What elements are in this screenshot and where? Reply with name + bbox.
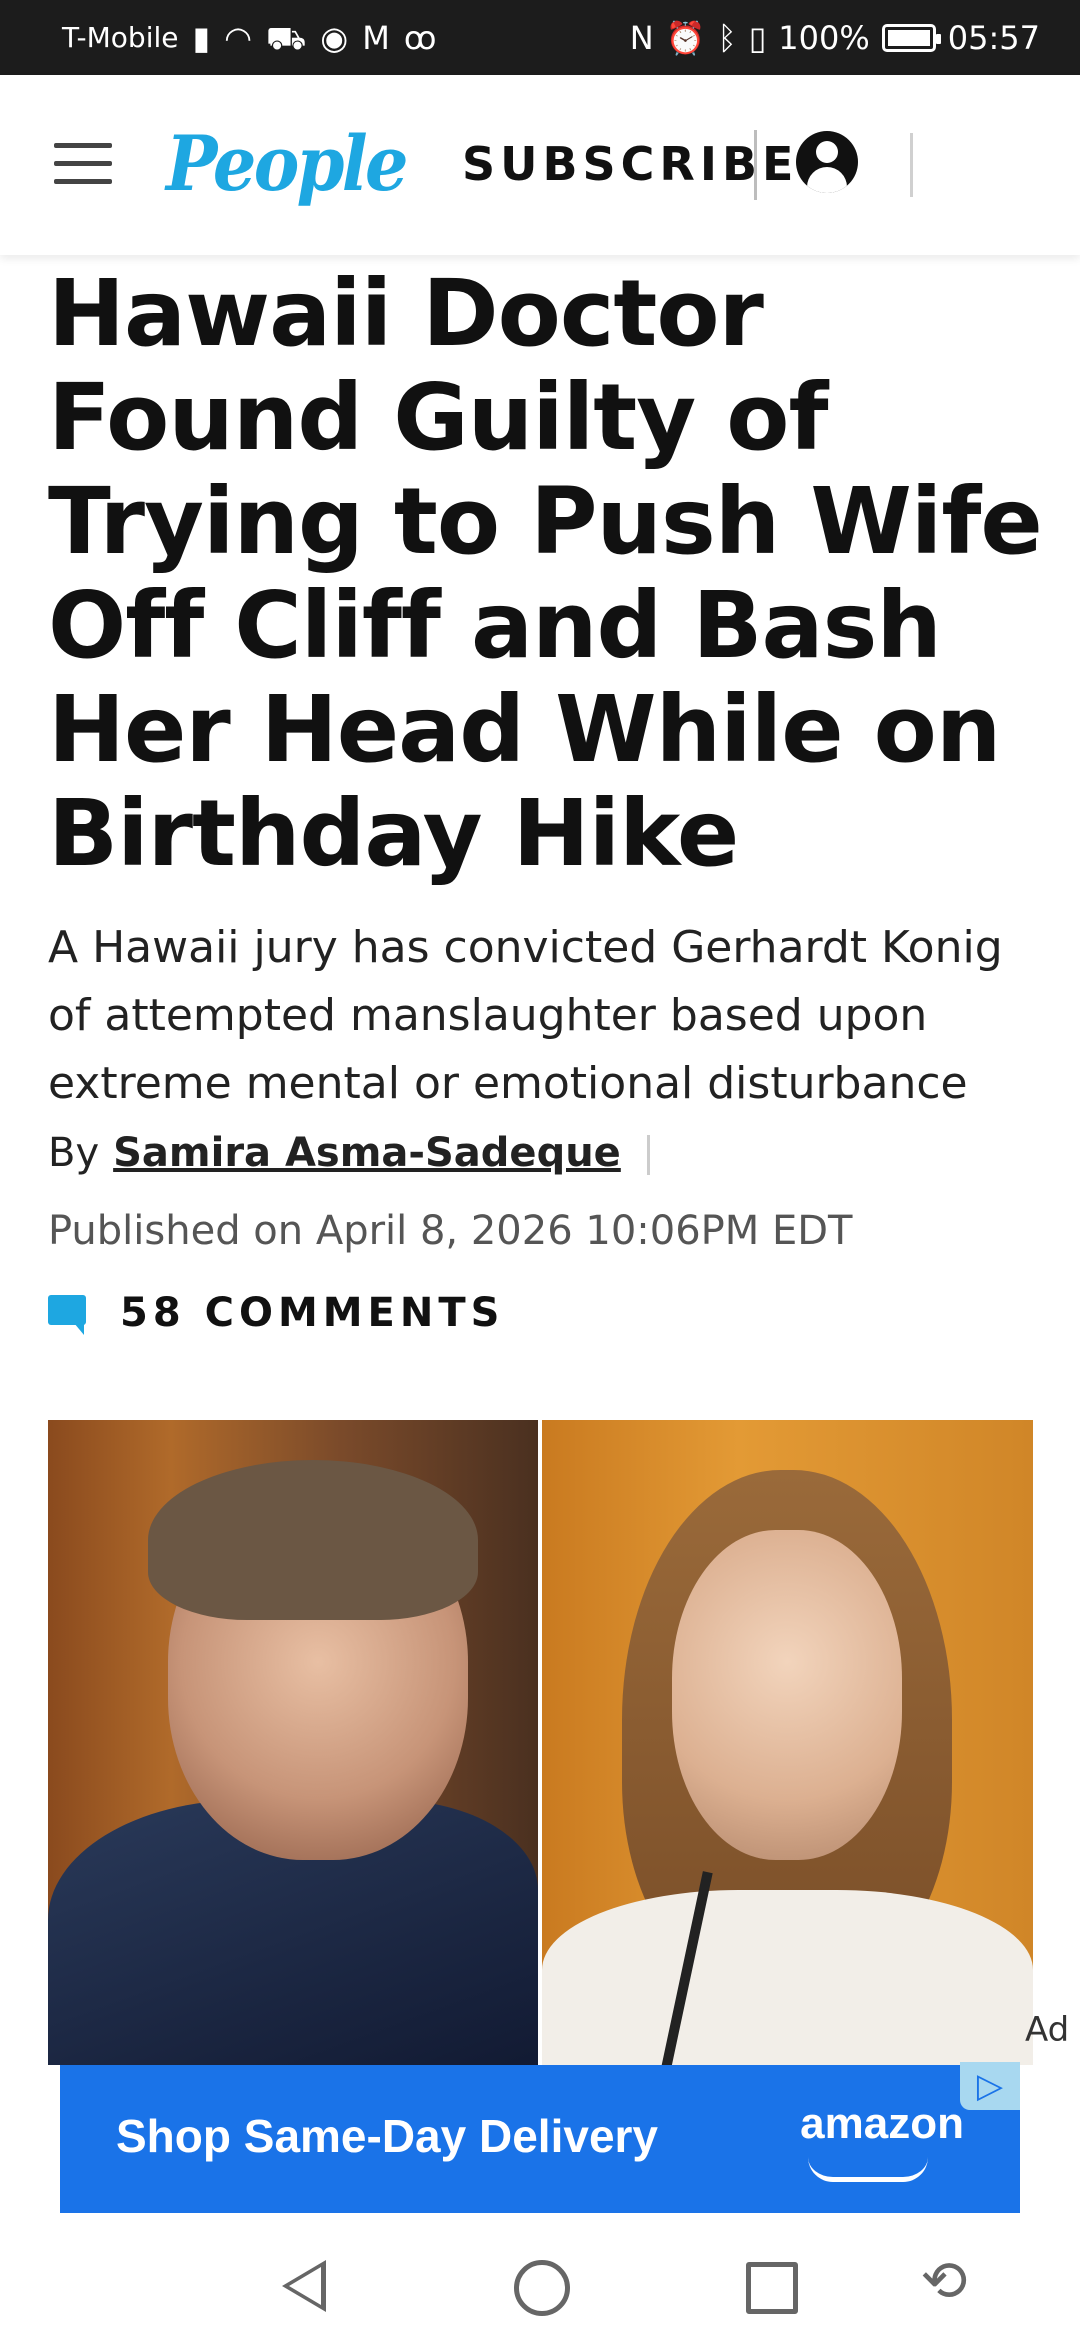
system-nav-bar: ⟲ [0,2240,1080,2340]
recents-icon[interactable] [746,2262,798,2314]
nfc-icon: N [629,18,654,57]
article-hero-image [48,1420,1033,2065]
bluetooth-icon: ᛒ [717,18,737,57]
subscribe-button[interactable]: SUBSCRIBE [462,137,798,191]
article-headline: Hawaii Doctor Found Guilty of Trying to … [48,260,1043,887]
signal-icon: ▮ [192,18,211,57]
rotate-icon[interactable]: ⟲ [914,2252,974,2312]
author-link[interactable]: Samira Asma-Sadeque [113,1130,621,1176]
hamburger-menu-icon[interactable] [54,143,112,187]
back-icon[interactable] [282,2260,326,2312]
people-logo[interactable]: People [166,119,409,208]
status-bar-right: N ⏰ ᛒ ▯ 100% 05:57 [630,0,1040,75]
eye-icon: ◉ [320,18,349,57]
photo-left-man [48,1420,538,2065]
vibrate-icon: ▯ [748,18,767,57]
byline-divider [646,1135,650,1175]
account-icon[interactable] [796,131,858,193]
carrier-label: T-Mobile [62,21,179,54]
article-dek: A Hawaii jury has convicted Gerhardt Kon… [48,922,1003,1109]
car-mode-icon: ⛟ [266,18,307,57]
photo-right-woman [542,1420,1033,2065]
amazon-ad-banner[interactable]: Shop Same-Day Delivery amazon [60,2065,1020,2213]
battery-percent: 100% [778,18,870,57]
status-bar-left: T-Mobile ▮ ◠ ⛟ ◉ M ꝏ [62,0,436,75]
site-header: People SUBSCRIBE [0,75,1080,255]
header-divider [910,133,913,197]
home-icon[interactable] [514,2260,570,2316]
battery-icon [881,23,941,52]
status-bar: T-Mobile ▮ ◠ ⛟ ◉ M ꝏ N ⏰ ᛒ ▯ 100% 05:57 [0,0,1080,75]
ad-label: Ad [1025,2010,1070,2050]
ad-banner-text: Shop Same-Day Delivery [116,2110,659,2162]
wifi-icon: ◠ [224,18,253,57]
amazon-logo: amazon [800,2099,964,2182]
comment-bubble-icon [48,1295,86,1335]
clock: 05:57 [947,18,1040,57]
byline-prefix: By [48,1130,100,1176]
mail-icon: M [362,18,390,57]
voicemail-icon: ꝏ [403,18,437,57]
published-date: Published on April 8, 2026 10:06PM EDT [48,1208,853,1254]
comments-count: 58 COMMENTS [120,1290,505,1336]
ad-choices-icon[interactable]: ▷ [960,2062,1020,2110]
alarm-icon: ⏰ [665,18,706,57]
header-divider [754,130,757,200]
byline: By Samira Asma-Sadeque [48,1130,650,1176]
comments-link[interactable]: 58 COMMENTS [48,1290,504,1336]
